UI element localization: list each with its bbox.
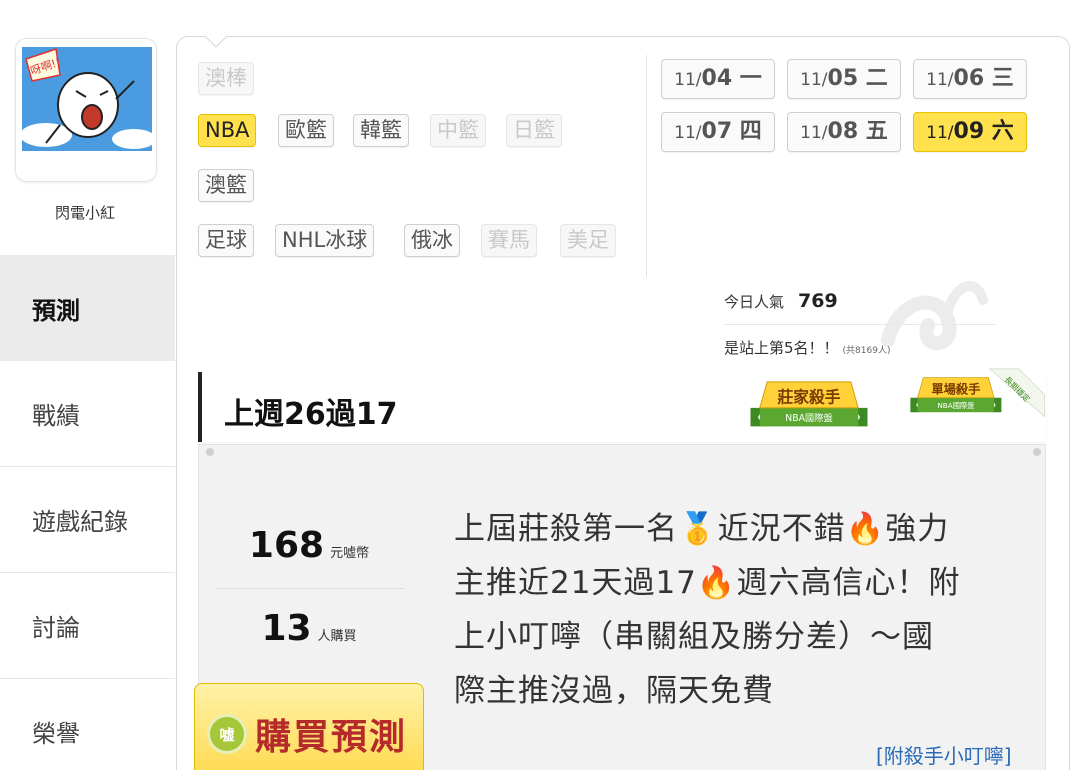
badge-banker-killer: 莊家殺手 NBA國際盤 xyxy=(750,381,868,427)
panel-notch xyxy=(205,36,227,48)
svg-text:NBA國際盤: NBA國際盤 xyxy=(785,412,832,424)
category-divider xyxy=(646,55,647,277)
medal-icon: 🥇 xyxy=(678,511,718,547)
popularity: 今日人氣 769 xyxy=(724,290,838,312)
avatar-illustration: 呀啊!! xyxy=(16,39,156,181)
tag-horse-racing[interactable]: 賽馬 xyxy=(481,224,537,257)
date-1107[interactable]: 11/07 四 xyxy=(661,112,775,152)
popularity-value: 769 xyxy=(798,290,838,312)
prediction-description: 上屆莊殺第一名🥇近況不錯🔥強力 主推近21天過17🔥週六高信心！附 上小叮嚀（串… xyxy=(454,502,1014,718)
date-1106[interactable]: 11/06 三 xyxy=(913,59,1027,99)
pin-right xyxy=(1033,448,1041,456)
coin-icon: 嘘 xyxy=(207,714,247,754)
stat-divider xyxy=(216,588,404,589)
killer-tips-link[interactable]: [附殺手小叮嚀] xyxy=(876,740,1012,769)
tag-korea-basketball[interactable]: 韓籃 xyxy=(353,114,409,147)
side-nav: 預測 戰績 遊戲紀錄 討論 榮譽 xyxy=(0,255,175,770)
tag-china-basketball[interactable]: 中籃 xyxy=(430,114,486,147)
tag-soccer[interactable]: 足球 xyxy=(198,224,254,257)
nav-honor[interactable]: 榮譽 xyxy=(0,679,175,770)
tag-american-football[interactable]: 美足 xyxy=(560,224,616,257)
svg-text:NBA國際盤: NBA國際盤 xyxy=(937,401,974,410)
buyers-stat: 13 人購買 xyxy=(198,608,420,649)
description-line-2: 主推近21天過17🔥週六高信心！附 xyxy=(454,565,961,601)
popularity-divider xyxy=(724,324,996,325)
avatar[interactable]: 呀啊!! xyxy=(15,38,157,182)
description-line-3: 上小叮嚀（串關組及勝分差）～國 xyxy=(454,619,934,655)
tag-nba[interactable]: NBA xyxy=(198,114,257,147)
price-value: 168 xyxy=(248,525,325,566)
username: 閃電小紅 xyxy=(54,204,115,222)
tag-russia-hockey[interactable]: 俄冰 xyxy=(404,224,460,257)
svg-text:莊家殺手: 莊家殺手 xyxy=(777,387,840,406)
date-1105[interactable]: 11/05 二 xyxy=(787,59,901,99)
price-stat: 168 元嘘幣 xyxy=(198,525,420,566)
buyers-unit: 人購買 xyxy=(317,629,357,644)
popularity-label: 今日人氣 xyxy=(724,293,785,311)
tag-aus-basketball[interactable]: 澳籃 xyxy=(198,169,254,202)
buy-prediction-label: 購買預測 xyxy=(255,717,408,758)
pin-left xyxy=(206,448,214,456)
rank-total: (共8169人) xyxy=(842,346,891,356)
nav-record[interactable]: 戰績 xyxy=(0,361,175,467)
fire-icon: 🔥 xyxy=(845,511,886,547)
nav-discussion[interactable]: 討論 xyxy=(0,573,175,679)
description-line-4: 際主推沒過，隔天免費 xyxy=(454,673,774,709)
fire-icon: 🔥 xyxy=(696,565,737,601)
price-unit: 元嘘幣 xyxy=(330,546,370,561)
weekly-record-text: 上週26過17 xyxy=(224,397,398,432)
rank-info: 是站上第5名！！ (共8169人) xyxy=(724,337,890,358)
date-1104[interactable]: 11/04 一 xyxy=(661,59,775,99)
tag-nhl-hockey[interactable]: NHL冰球 xyxy=(275,224,375,257)
description-line-1: 上屆莊殺第一名🥇近況不錯🔥強力 xyxy=(454,511,950,547)
buy-prediction-button[interactable]: 嘘 購買預測 xyxy=(194,683,424,770)
badge-single-killer: 單場殺手 NBA國際盤 長期穩定 xyxy=(910,368,1046,418)
buyers-value: 13 xyxy=(261,608,312,649)
swirl-decoration xyxy=(881,281,988,351)
svg-text:單場殺手: 單場殺手 xyxy=(931,381,980,396)
tag-japan-basketball[interactable]: 日籃 xyxy=(506,114,562,147)
date-1109[interactable]: 11/09 六 xyxy=(913,112,1027,152)
tag-aus-baseball[interactable]: 澳棒 xyxy=(198,62,254,95)
tag-euro-basketball[interactable]: 歐籃 xyxy=(278,114,334,147)
nav-predict[interactable]: 預測 xyxy=(0,255,175,361)
rank-text: 是站上第5名！！ xyxy=(724,339,839,357)
nav-game-history[interactable]: 遊戲紀錄 xyxy=(0,467,175,573)
date-1108[interactable]: 11/08 五 xyxy=(787,112,901,152)
